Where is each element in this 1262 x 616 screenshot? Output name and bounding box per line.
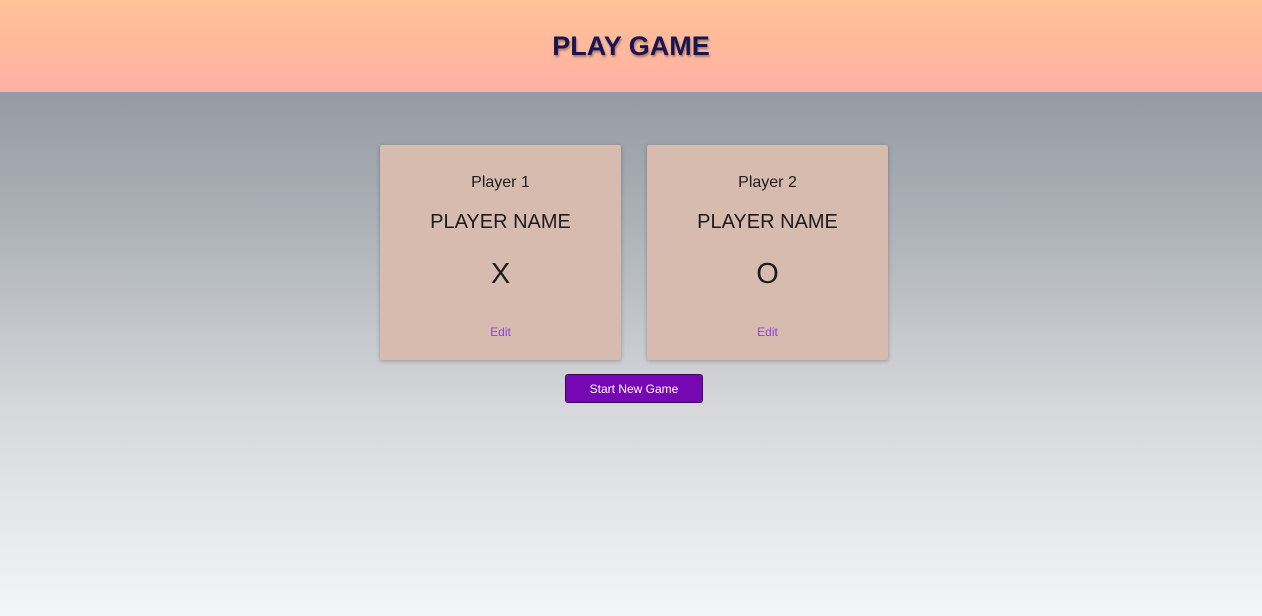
- page-header: PLAY GAME: [0, 0, 1262, 92]
- start-new-game-button[interactable]: Start New Game: [565, 374, 703, 403]
- player-name: PLAYER NAME: [430, 211, 571, 233]
- player-label: Player 2: [738, 174, 797, 191]
- player-label: Player 1: [471, 174, 530, 191]
- player-symbol: X: [490, 258, 511, 290]
- player-name: PLAYER NAME: [697, 211, 838, 233]
- player-symbol: O: [756, 258, 779, 290]
- player-card-1: Player 1 PLAYER NAME X Edit: [380, 145, 621, 360]
- player-card-2: Player 2 PLAYER NAME O Edit: [647, 145, 888, 360]
- edit-player-1-button[interactable]: Edit: [490, 325, 511, 339]
- players-section: Player 1 PLAYER NAME X Edit Player 2 PLA…: [380, 145, 888, 360]
- page-title: PLAY GAME: [552, 30, 710, 61]
- edit-player-2-button[interactable]: Edit: [757, 325, 778, 339]
